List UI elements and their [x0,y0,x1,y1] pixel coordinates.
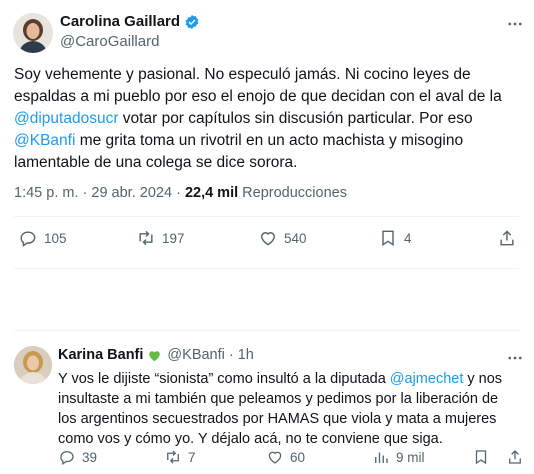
bookmark-icon [475,450,487,465]
retweet-count: 197 [162,230,185,246]
like-icon [261,232,275,246]
share-icon [509,450,521,464]
tweet-actions: 105 197 540 4 [0,228,534,252]
views-count: 22,4 mil [184,185,239,201]
separator: · [82,185,88,201]
more-options-icon[interactable] [505,348,525,368]
reply-button[interactable]: 105 [18,228,67,248]
avatar[interactable] [14,346,52,384]
share-button[interactable] [497,228,523,248]
separator: · [176,185,181,201]
divider [14,216,519,217]
tweet-text: Soy vehemente y pasional. No especuló ja… [14,64,519,174]
tweet-meta: 1:45 p. m. · 29 abr. 2024 · 22,4 mil Rep… [14,185,347,201]
bookmark-button[interactable]: 4 [378,228,412,248]
reply-text: Y vos le dijiste “sionista” como insultó… [58,369,520,449]
reply-text-part: Y vos le dijiste “sionista” como insultó… [58,371,390,387]
like-button[interactable]: 60 [266,448,305,466]
more-options-icon[interactable] [505,14,525,34]
like-icon [268,451,282,464]
avatar[interactable] [13,13,53,53]
divider [14,330,519,331]
retweet-button[interactable]: 197 [136,228,185,248]
reply-count: 39 [82,449,98,465]
reply-button[interactable]: 39 [58,448,97,466]
tweet-text-part: Soy vehemente y pasional. No especuló ja… [14,66,502,105]
views-button[interactable]: 9 mil [372,448,425,466]
like-count: 540 [284,230,307,246]
retweet-icon [167,450,179,464]
reply-icon [60,451,74,465]
retweet-icon [139,230,153,246]
reply-author-name[interactable]: Karina Banfi @KBanfi · 1h [58,347,254,363]
views-label[interactable]: Reproducciones [242,185,347,201]
author-name-text[interactable]: Carolina Gaillard [60,13,180,30]
share-button[interactable] [506,448,530,466]
author-name[interactable]: Carolina Gaillard [60,13,200,30]
retweet-button[interactable]: 7 [164,448,196,466]
tweet-time[interactable]: 1:45 p. m. [14,185,78,201]
reply-count: 105 [44,230,67,246]
reply-author-handle[interactable]: @KBanfi [167,347,224,363]
mention-link[interactable]: @ajmechet [390,371,464,387]
bookmark-count: 4 [404,230,412,246]
tweet-text-part: votar por capítulos sin discusión partic… [118,110,473,127]
author-handle[interactable]: @CaroGaillard [60,33,159,50]
reply-icon [20,231,36,247]
bookmark-button[interactable] [472,448,496,466]
views-count: 9 mil [396,449,425,465]
verified-badge-icon [184,14,200,30]
separator: · [228,347,234,363]
retweet-count: 7 [188,449,196,465]
reply-time[interactable]: 1h [238,347,254,363]
mention-link[interactable]: @KBanfi [14,132,75,149]
green-heart-icon [147,348,162,363]
like-button[interactable]: 540 [258,228,307,248]
tweet-text-part: me grita toma un rivotril en un acto mac… [14,132,464,171]
like-count: 60 [290,449,306,465]
mention-link[interactable]: @diputadosucr [14,110,119,127]
bookmark-icon [382,230,394,246]
divider [14,268,519,269]
tweet-date[interactable]: 29 abr. 2024 [91,185,172,201]
reply-author-name-text[interactable]: Karina Banfi [58,347,143,363]
share-icon [500,230,514,246]
views-icon [375,452,388,463]
reply-actions: 39 7 60 9 mil [0,448,534,472]
